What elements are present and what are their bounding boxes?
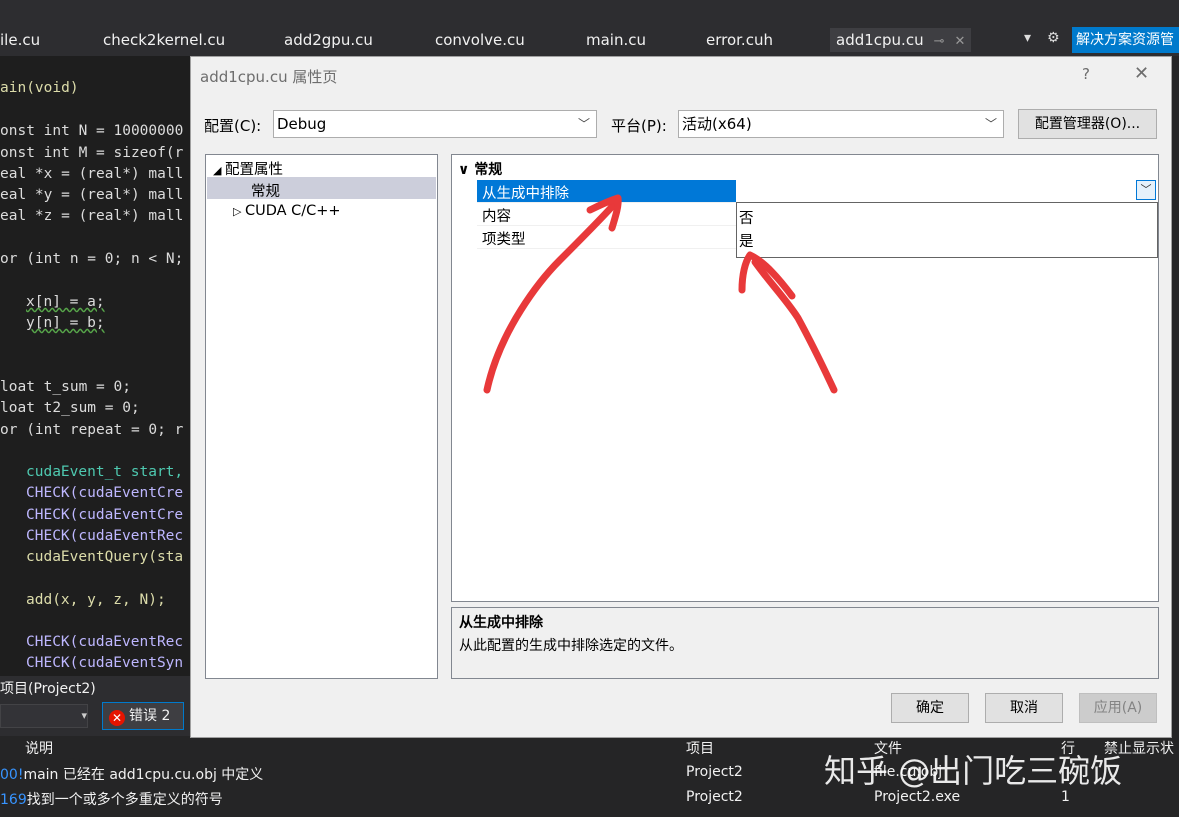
scope-dropdown[interactable]: ▾ — [0, 704, 88, 728]
chevron-down-icon: ▾ — [81, 709, 87, 722]
code-line: CHECK(cudaEventCre — [26, 485, 184, 501]
option-no[interactable]: 否 — [739, 207, 754, 228]
tree-item-label: CUDA C/C++ — [244, 203, 341, 219]
code-line: CHECK(cudaEventRec — [26, 634, 184, 650]
pin-icon[interactable]: ⊸ — [934, 34, 945, 49]
grid-row-item-type[interactable]: 项类型 — [482, 228, 526, 249]
table-row[interactable]: 169找到一个或多个多重定义的符号 — [0, 789, 223, 809]
apply-button[interactable]: 应用(A) — [1079, 693, 1157, 723]
tree-item-general[interactable]: 常规 — [251, 180, 280, 201]
property-pages-dialog: add1cpu.cu 属性页 ? ✕ 配置(C): Debug ﹀ 平台(P):… — [190, 56, 1172, 738]
errors-filter-button[interactable]: ✕ 错误 2 — [102, 702, 184, 730]
solution-explorer-tab[interactable]: 解决方案资源管 — [1072, 27, 1179, 53]
tree-item-cuda[interactable]: ▷ CUDA C/C++ — [233, 203, 341, 219]
error-description: 找到一个或多个多重定义的符号 — [26, 792, 223, 808]
tree-item-label: 配置属性 — [224, 162, 283, 178]
code-line: eal *z = (real*) mall — [0, 208, 184, 224]
error-project: Project2 — [686, 764, 743, 780]
collapsed-triangle-icon: ▷ — [233, 205, 245, 218]
code-line: CHECK(cudaEventRec — [26, 528, 184, 544]
tab-check2kernel[interactable]: check2kernel.cu — [103, 28, 225, 52]
code-line: loat t2_sum = 0; — [0, 400, 140, 416]
grid-row-exclude-from-build[interactable]: 从生成中排除 — [482, 182, 569, 203]
error-code: 169 — [0, 792, 27, 808]
tab-add1cpu-label: add1cpu.cu — [836, 31, 924, 49]
column-header-description[interactable]: 说明 — [25, 738, 53, 758]
tree-item-config-properties[interactable]: ◢ 配置属性 — [213, 158, 283, 179]
code-line: onst int M = sizeof(r — [0, 145, 184, 161]
config-select[interactable]: Debug ﹀ — [273, 110, 597, 138]
expanded-triangle-icon: ◢ — [213, 164, 225, 177]
config-label: 配置(C): — [204, 117, 262, 135]
cancel-button[interactable]: 取消 — [985, 693, 1063, 723]
code-line: add(x, y, z, N); — [26, 592, 166, 608]
chevron-down-icon[interactable]: ﹀ — [1136, 180, 1156, 200]
code-line: x[n] = a; — [26, 294, 105, 310]
config-manager-button[interactable]: 配置管理器(O)... — [1018, 109, 1157, 139]
code-line: eal *x = (real*) mall — [0, 166, 184, 182]
code-line: CHECK(cudaEventCre — [26, 507, 184, 523]
chevron-down-icon: ﹀ — [577, 117, 590, 131]
toolbar-strip — [0, 0, 1179, 22]
platform-label: 平台(P): — [611, 117, 667, 135]
error-code: 00! — [0, 767, 24, 783]
tab-add2gpu[interactable]: add2gpu.cu — [284, 28, 373, 52]
tab-file[interactable]: ile.cu — [0, 28, 40, 52]
property-tree: ◢ 配置属性 常规 ▷ CUDA C/C++ — [205, 154, 438, 679]
description-title: 从生成中排除 — [459, 615, 543, 631]
column-header-project[interactable]: 项目 — [686, 738, 714, 758]
code-editor[interactable]: ain(void) onst int N = 10000000 onst int… — [0, 56, 190, 676]
ok-button[interactable]: 确定 — [891, 693, 969, 723]
code-line: cudaEvent_t start, — [26, 464, 184, 480]
tab-add1cpu[interactable]: add1cpu.cu ⊸ ✕ — [830, 28, 972, 52]
tab-main[interactable]: main.cu — [586, 28, 646, 52]
code-line: or (int n = 0; n < N; — [0, 251, 184, 267]
errors-filter-label: 错误 2 — [129, 708, 171, 724]
error-project: Project2 — [686, 789, 743, 805]
error-icon: ✕ — [109, 710, 125, 726]
grid-category-general[interactable]: ∨ 常规 — [458, 159, 502, 179]
code-line: eal *y = (real*) mall — [0, 187, 184, 203]
close-tab-icon[interactable]: ✕ — [954, 34, 965, 49]
config-value: Debug — [277, 115, 327, 133]
option-yes[interactable]: 是 — [739, 230, 754, 251]
code-line: ain(void) — [0, 80, 79, 96]
platform-value: 活动(x64) — [682, 115, 752, 133]
tab-convolve[interactable]: convolve.cu — [435, 28, 525, 52]
chevron-down-icon: ∨ — [458, 162, 475, 178]
close-icon[interactable]: ✕ — [1134, 63, 1149, 84]
tab-list-dropdown-icon[interactable]: ▾ — [1024, 30, 1031, 46]
chevron-down-icon: ﹀ — [984, 117, 997, 131]
help-button[interactable]: ? — [1082, 65, 1090, 83]
code-line: or (int repeat = 0; r — [0, 422, 184, 438]
grid-row-content[interactable]: 内容 — [482, 205, 511, 226]
code-line: onst int N = 10000000 — [0, 123, 184, 139]
table-row[interactable]: 00!main 已经在 add1cpu.cu.obj 中定义 — [0, 764, 263, 784]
grid-category-label: 常规 — [474, 162, 503, 178]
exclude-options-list: 否 是 — [736, 202, 1158, 258]
watermark: 知乎 @出门吃三碗饭 — [824, 752, 1123, 790]
property-grid: ∨ 常规 从生成中排除 内容 项类型 ﹀ 否 是 — [451, 154, 1159, 602]
code-line: loat t_sum = 0; — [0, 379, 131, 395]
code-line: CHECK(cudaEventSyn — [26, 655, 184, 671]
dialog-title: add1cpu.cu 属性页 — [200, 68, 338, 86]
tab-error-cuh[interactable]: error.cuh — [706, 28, 773, 52]
code-line: y[n] = b; — [26, 315, 105, 331]
error-list-title: 项目(Project2) — [0, 681, 96, 697]
tree-selection-highlight — [207, 177, 436, 199]
error-description: main 已经在 add1cpu.cu.obj 中定义 — [23, 767, 264, 783]
description-panel: 从生成中排除 从此配置的生成中排除选定的文件。 — [451, 607, 1159, 679]
exclude-value-combo[interactable] — [736, 180, 1157, 202]
gear-icon[interactable]: ⚙ — [1047, 30, 1060, 46]
description-text: 从此配置的生成中排除选定的文件。 — [459, 638, 683, 654]
code-line: cudaEventQuery(sta — [26, 549, 184, 565]
platform-select[interactable]: 活动(x64) ﹀ — [678, 110, 1004, 138]
